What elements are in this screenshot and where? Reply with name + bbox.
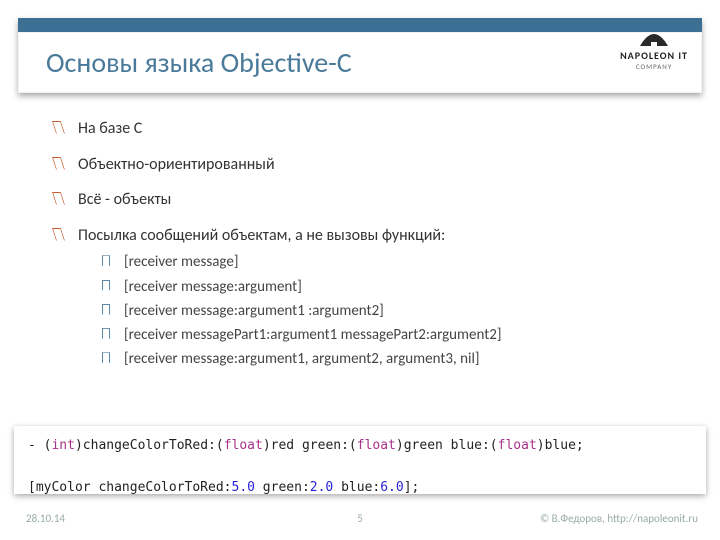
logo: NAPOLEON IT COMPANY bbox=[620, 28, 688, 71]
list-item: [receiver messagePart1:argument1 message… bbox=[78, 325, 690, 345]
list-item: Посылка сообщений объектам, а не вызовы … bbox=[52, 225, 690, 370]
list-item: [receiver message:argument1, argument2, … bbox=[78, 349, 690, 369]
footer: 28.10.14 5 © В.Федоров, http://napoleoni… bbox=[0, 512, 720, 530]
slide-title: Основы языка Objective-C bbox=[46, 45, 352, 80]
code-snippet: - (int)changeColorToRed:(float)red green… bbox=[14, 426, 706, 494]
sub-list: [receiver message] [receiver message:arg… bbox=[78, 252, 690, 369]
list-item: [receiver message:argument] bbox=[78, 277, 690, 297]
list-item: Всё - объекты bbox=[52, 189, 690, 211]
list-item-text: Посылка сообщений объектам, а не вызовы … bbox=[78, 226, 445, 245]
list-item-text: [receiver message] bbox=[124, 253, 238, 271]
content-area: На базе С Объектно-ориентированный Всё -… bbox=[52, 118, 690, 384]
list-item-text: [receiver messagePart1:argument1 message… bbox=[124, 326, 501, 344]
list-item: На базе С bbox=[52, 118, 690, 140]
list-item-text: Всё - объекты bbox=[78, 190, 171, 209]
slide: Основы языка Objective-C NAPOLEON IT COM… bbox=[0, 0, 720, 540]
list-item-text: На базе С bbox=[78, 119, 142, 138]
list-item-text: [receiver message:argument1 :argument2] bbox=[124, 302, 384, 320]
list-item: [receiver message] bbox=[78, 252, 690, 272]
footer-copyright: © В.Федоров, http://napoleonit.ru bbox=[540, 512, 698, 525]
list-item: Объектно-ориентированный bbox=[52, 154, 690, 176]
list-item-text: [receiver message:argument1, argument2, … bbox=[124, 350, 480, 368]
list-item: [receiver message:argument1 :argument2] bbox=[78, 301, 690, 321]
list-item-text: Объектно-ориентированный bbox=[78, 155, 275, 174]
title-block: Основы языка Objective-C bbox=[18, 18, 702, 93]
logo-icon bbox=[636, 28, 672, 48]
logo-subtext: COMPANY bbox=[620, 62, 688, 71]
bullet-list: На базе С Объектно-ориентированный Всё -… bbox=[52, 118, 690, 370]
footer-date: 28.10.14 bbox=[26, 512, 65, 525]
footer-page: 5 bbox=[357, 512, 363, 525]
list-item-text: [receiver message:argument] bbox=[124, 278, 302, 296]
logo-text: NAPOLEON IT bbox=[620, 49, 688, 62]
